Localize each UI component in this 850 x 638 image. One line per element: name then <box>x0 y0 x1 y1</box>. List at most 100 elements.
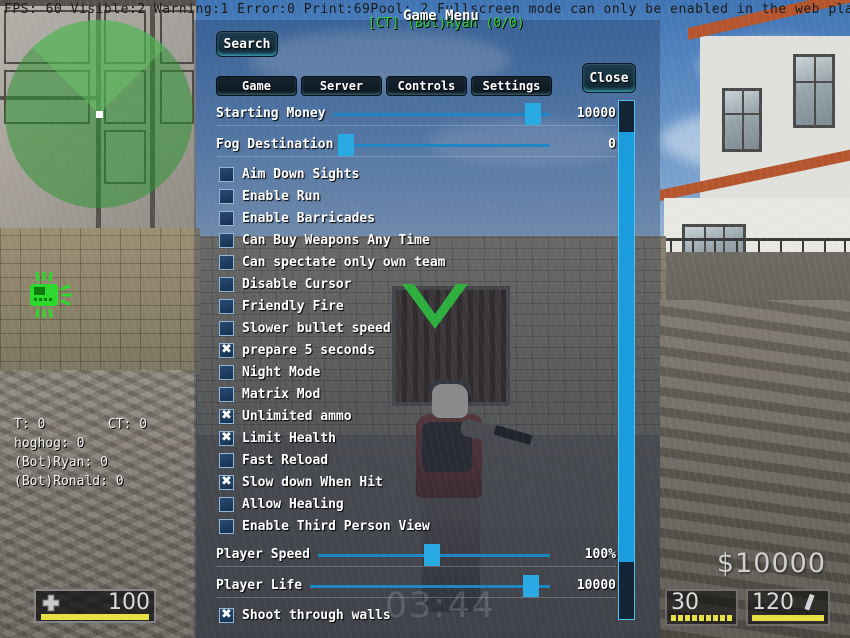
checkbox-enable-third-person-view[interactable]: Enable Third Person View <box>219 515 430 537</box>
medical-cross-icon <box>42 594 60 611</box>
checkbox-shoot-through-walls[interactable]: Shoot through walls <box>219 604 391 626</box>
checkbox-unchecked-icon[interactable] <box>219 232 234 248</box>
health-value: 100 <box>108 589 150 615</box>
reserve-ammo-value: 120 <box>752 590 794 615</box>
slider-line <box>341 143 550 147</box>
slider-row-player-speed[interactable]: Player Speed 100% <box>216 543 616 567</box>
checkbox-label: Slow down When Hit <box>242 474 383 490</box>
checkbox-label: Aim Down Sights <box>242 166 360 182</box>
checkbox-label: Enable Third Person View <box>242 518 430 534</box>
checkbox-checked-icon[interactable] <box>219 408 234 424</box>
search-button[interactable]: Search <box>216 31 278 57</box>
checkbox-allow-healing[interactable]: Allow Healing <box>219 493 344 515</box>
checkbox-can-buy-weapons-any-time[interactable]: Can Buy Weapons Any Time <box>219 229 430 251</box>
tab-game[interactable]: Game <box>216 76 297 96</box>
radar-player-dot <box>96 111 103 118</box>
checkbox-label: Matrix Mod <box>242 386 321 402</box>
checkbox-limit-health[interactable]: Limit Health <box>219 427 336 449</box>
tab-settings[interactable]: Settings <box>471 76 552 96</box>
checkbox-enable-run[interactable]: Enable Run <box>219 185 320 207</box>
checkbox-checked-icon[interactable] <box>219 342 234 358</box>
checkbox-unchecked-icon[interactable] <box>219 364 234 380</box>
checkbox-unchecked-icon[interactable] <box>219 276 234 292</box>
magazine-icon <box>804 593 815 610</box>
right-rock-face <box>660 300 850 638</box>
tab-server[interactable]: Server <box>301 76 382 96</box>
checkbox-matrix-mod[interactable]: Matrix Mod <box>219 383 320 405</box>
slider-track[interactable] <box>337 133 550 156</box>
checkbox-checked-icon[interactable] <box>219 607 234 623</box>
checkbox-unchecked-icon[interactable] <box>219 210 234 226</box>
checkbox-unchecked-icon[interactable] <box>219 298 234 314</box>
ammo-segment <box>699 615 704 621</box>
money-hud: $10000 <box>716 548 826 579</box>
checkbox-can-spectate-only-own-team[interactable]: Can spectate only own team <box>219 251 446 273</box>
slider-track[interactable] <box>310 574 550 597</box>
clip-ammo-box: 30 <box>665 589 738 626</box>
slider-knob[interactable] <box>337 133 354 156</box>
checkbox-prepare-5-seconds[interactable]: prepare 5 seconds <box>219 339 375 361</box>
checkbox-slow-down-when-hit[interactable]: Slow down When Hit <box>219 471 383 493</box>
slider-track[interactable] <box>317 543 550 566</box>
menu-tab-bar: Game Server Controls Settings <box>216 76 552 96</box>
slider-value: 100% <box>584 547 616 562</box>
checkbox-label: Fast Reload <box>242 452 329 468</box>
checkbox-unchecked-icon[interactable] <box>219 518 234 534</box>
ammo-segment <box>685 615 690 621</box>
window <box>793 54 835 128</box>
ammo-segment <box>706 615 711 621</box>
slider-value: 0 <box>608 137 616 152</box>
health-bar <box>41 613 149 620</box>
checkbox-checked-icon[interactable] <box>219 430 234 446</box>
checkbox-night-mode[interactable]: Night Mode <box>219 361 320 383</box>
checkbox-label: Unlimited ammo <box>242 408 352 424</box>
ammo-segment <box>678 615 683 621</box>
checkbox-unchecked-icon[interactable] <box>219 166 234 182</box>
checkbox-enable-barricades[interactable]: Enable Barricades <box>219 207 375 229</box>
slider-knob[interactable] <box>524 102 541 125</box>
slider-knob[interactable] <box>423 543 440 566</box>
checkbox-label: Enable Run <box>242 188 321 204</box>
slider-track[interactable] <box>333 102 550 125</box>
checkbox-unchecked-icon[interactable] <box>219 254 234 270</box>
checkbox-unchecked-icon[interactable] <box>219 188 234 204</box>
slider-line <box>333 112 550 116</box>
checkbox-unchecked-icon[interactable] <box>219 386 234 402</box>
menu-scrollbar[interactable] <box>618 100 635 620</box>
menu-title: Game Menu <box>403 8 479 24</box>
close-button[interactable]: Close <box>582 63 636 93</box>
slider-label: Fog Destination <box>216 137 334 152</box>
checkbox-aim-down-sights[interactable]: Aim Down Sights <box>219 163 359 185</box>
checkbox-unchecked-icon[interactable] <box>219 320 234 336</box>
reserve-ammo-row: 120 <box>752 591 824 614</box>
checkbox-checked-icon[interactable] <box>219 474 234 490</box>
slider-label: Starting Money <box>216 106 326 121</box>
checkbox-unchecked-icon[interactable] <box>219 496 234 512</box>
slider-row-fog-destination[interactable]: Fog Destination 0 <box>216 133 616 157</box>
checkbox-unlimited-ammo[interactable]: Unlimited ammo <box>219 405 352 427</box>
slider-row-player-life[interactable]: Player Life 10000 <box>216 574 616 598</box>
checkbox-fast-reload[interactable]: Fast Reload <box>219 449 328 471</box>
ammo-segment <box>692 615 697 621</box>
checkbox-friendly-fire[interactable]: Friendly Fire <box>219 295 344 317</box>
radar-minimap <box>5 20 193 208</box>
tab-controls[interactable]: Controls <box>386 76 467 96</box>
clip-ammo-segments <box>671 615 732 621</box>
checkbox-slower-bullet-speed[interactable]: Slower bullet speed <box>219 317 391 339</box>
checkbox-unchecked-icon[interactable] <box>219 452 234 468</box>
checkbox-label: Night Mode <box>242 364 321 380</box>
checkbox-label: Can Buy Weapons Any Time <box>242 232 430 248</box>
slider-label: Player Life <box>216 578 303 593</box>
slider-row-starting-money[interactable]: Starting Money 10000 <box>216 102 616 126</box>
radio-signal-icon <box>30 272 72 318</box>
checkbox-label: prepare 5 seconds <box>242 342 376 358</box>
ammo-segment <box>671 615 676 621</box>
checkbox-label: Allow Healing <box>242 496 344 512</box>
ammo-segment <box>727 615 732 621</box>
scrollbar-thumb[interactable] <box>619 132 634 563</box>
slider-knob[interactable] <box>522 574 539 597</box>
checkbox-disable-cursor[interactable]: Disable Cursor <box>219 273 352 295</box>
scoreboard-text: T: 0 CT: 0 hoghog: 0 (Bot)Ryan: 0 (Bot)R… <box>14 417 148 489</box>
ammo-hud: 30 120 <box>665 589 830 626</box>
checkbox-label: Friendly Fire <box>242 298 344 314</box>
